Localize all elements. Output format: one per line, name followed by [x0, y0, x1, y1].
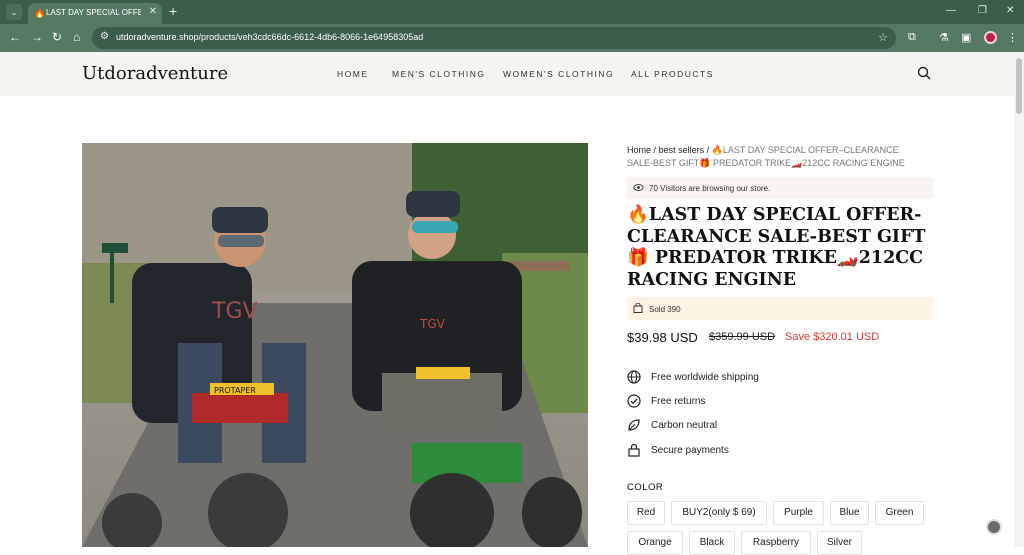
sold-text: Sold 390: [649, 305, 681, 314]
color-option-buy2[interactable]: BUY2(only $ 69): [671, 501, 767, 525]
chat-widget-icon[interactable]: [986, 519, 1002, 535]
tab-title: LAST DAY SPECIAL OFFER-C: [46, 8, 141, 17]
breadcrumb-separator: /: [653, 145, 657, 155]
search-icon[interactable]: [917, 66, 931, 80]
browser-tab[interactable]: 🔥 LAST DAY SPECIAL OFFER-C ✕: [28, 3, 162, 24]
sold-banner: Sold 390: [627, 297, 933, 320]
minimize-icon[interactable]: —: [946, 5, 956, 16]
color-option-orange[interactable]: Orange: [627, 531, 683, 555]
feature-returns-text: Free returns: [651, 396, 706, 407]
breadcrumb: Home / best sellers / 🔥LAST DAY SPECIAL …: [627, 144, 927, 170]
site-info-icon[interactable]: ⚙: [100, 31, 109, 42]
color-option-silver[interactable]: Silver: [817, 531, 862, 555]
check-circle-icon: [627, 394, 641, 408]
scrollbar-thumb[interactable]: [1016, 58, 1022, 114]
browser-toolbar: ← → ↻ ⌂ ⚙ utdoradventure.shop/products/v…: [0, 24, 1024, 52]
color-option-red[interactable]: Red: [627, 501, 665, 525]
color-option-purple[interactable]: Purple: [773, 501, 824, 525]
feature-returns: Free returns: [627, 394, 927, 410]
browser-tabbar: ⌄ 🔥 LAST DAY SPECIAL OFFER-C ✕ + — ❐ ✕: [0, 0, 1024, 24]
color-label: COLOR: [627, 482, 664, 493]
feature-payments-text: Secure payments: [651, 445, 729, 456]
color-option-black[interactable]: Black: [689, 531, 735, 555]
reload-icon[interactable]: ↻: [52, 30, 62, 44]
forward-icon[interactable]: →: [31, 30, 43, 44]
nav-womens-clothing[interactable]: WOMEN'S CLOTHING: [503, 69, 614, 79]
visitors-banner: 70 Visitors are browsing our store.: [627, 177, 933, 199]
nav-mens-clothing[interactable]: MEN'S CLOTHING: [392, 69, 485, 79]
left-shirt-logo: TGV: [211, 299, 258, 324]
nav-home[interactable]: HOME: [337, 69, 369, 79]
breadcrumb-category[interactable]: best sellers: [659, 145, 705, 155]
globe-icon: [627, 370, 641, 384]
color-option-blue[interactable]: Blue: [830, 501, 869, 525]
tab-close-icon[interactable]: ✕: [149, 6, 157, 17]
feature-carbon-text: Carbon neutral: [651, 420, 718, 431]
star-icon[interactable]: ☆: [878, 31, 888, 44]
feature-shipping: Free worldwide shipping: [627, 370, 927, 386]
close-window-icon[interactable]: ✕: [1006, 5, 1014, 16]
color-option-raspberry[interactable]: Raspberry: [741, 531, 811, 555]
labs-icon[interactable]: ⚗: [939, 31, 949, 44]
feature-shipping-text: Free worldwide shipping: [651, 372, 759, 383]
site-logo[interactable]: Utdoradventure: [82, 63, 228, 84]
profile-icon[interactable]: [984, 31, 997, 44]
feature-carbon: Carbon neutral: [627, 418, 927, 434]
address-bar[interactable]: ⚙ utdoradventure.shop/products/veh3cdc66…: [92, 27, 896, 49]
site-header: Utdoradventure HOME MEN'S CLOTHING WOMEN…: [0, 52, 1014, 96]
compare-price: $359.99 USD: [709, 331, 776, 343]
menu-icon[interactable]: ⋮: [1007, 31, 1018, 44]
new-tab-button[interactable]: +: [169, 3, 177, 19]
lock-icon: [628, 443, 640, 457]
bag-icon: [633, 303, 643, 313]
extensions-icon[interactable]: ⧉: [908, 31, 916, 44]
page-scrollbar[interactable]: [1014, 52, 1024, 547]
visitors-text: 70 Visitors are browsing our store.: [649, 184, 771, 193]
sidebar-icon[interactable]: ▣: [961, 31, 971, 44]
product-image[interactable]: TGV PROTAPER TGV: [82, 143, 588, 547]
right-shirt-logo: TGV: [419, 317, 446, 331]
back-icon[interactable]: ←: [9, 30, 21, 44]
url-text[interactable]: utdoradventure.shop/products/veh3cdc66dc…: [116, 32, 423, 42]
restore-icon[interactable]: ❐: [978, 5, 987, 16]
product-title: 🔥LAST DAY SPECIAL OFFER-CLEARANCE SALE-B…: [627, 205, 926, 290]
breadcrumb-home[interactable]: Home: [627, 145, 651, 155]
eye-icon: [633, 184, 644, 191]
tab-search-icon[interactable]: ⌄: [6, 4, 22, 20]
favicon-icon: 🔥: [34, 8, 46, 18]
bar-logo-text: PROTAPER: [214, 386, 256, 395]
home-icon[interactable]: ⌂: [73, 30, 80, 44]
product-price: $39.98 USD: [627, 330, 698, 345]
feature-payments: Secure payments: [627, 443, 927, 459]
save-amount: Save $320.01 USD: [785, 331, 880, 343]
leaf-icon: [628, 419, 640, 431]
breadcrumb-separator: /: [706, 145, 710, 155]
color-option-green[interactable]: Green: [875, 501, 924, 525]
nav-all-products[interactable]: ALL PRODUCTS: [631, 69, 714, 79]
